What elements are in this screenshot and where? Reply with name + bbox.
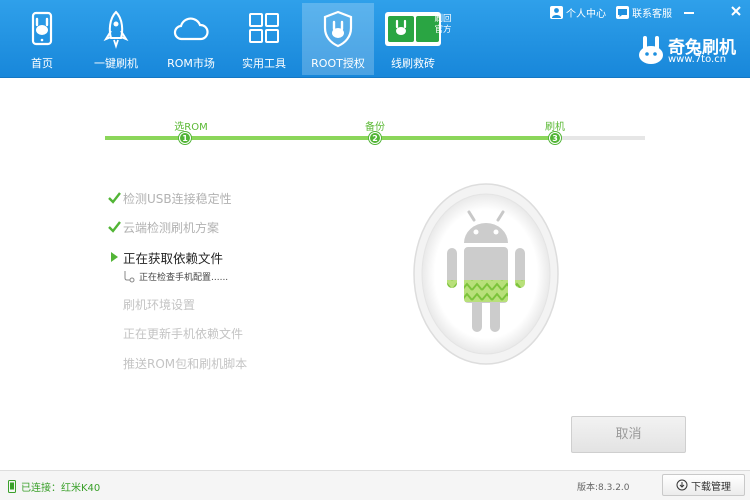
version-label: 版本:8.3.2.0	[577, 483, 630, 493]
user-icon	[550, 5, 563, 19]
task-spacer	[108, 356, 121, 370]
task-item: 云端检测刷机方案	[108, 218, 219, 236]
download-manager-button[interactable]: 下载管理	[662, 474, 745, 496]
progress-fill	[105, 136, 555, 140]
nav-root-auth[interactable]: ROOT授权	[302, 3, 374, 75]
phone-icon	[31, 11, 53, 46]
task-item: 正在更新手机依赖文件	[108, 324, 243, 342]
rabbit-logo-icon	[639, 36, 663, 64]
top-nav-bar: 首页 一键刷机 ROM市场 实用工具 ROOT授权 刷回 官方 线刷救砖 个人中…	[0, 0, 750, 78]
close-icon	[731, 6, 741, 16]
nav-root-auth-label: ROOT授权	[311, 57, 365, 70]
task-text: 正在获取依赖文件	[123, 250, 224, 266]
task-item: 刷机环境设置	[108, 295, 195, 313]
cloud-icon	[173, 17, 209, 41]
download-manager-label: 下载管理	[691, 481, 731, 493]
user-center-link[interactable]: 个人中心	[550, 4, 606, 20]
sub-status: 正在检查手机配置......	[122, 270, 228, 283]
support-link[interactable]: 联系客服	[616, 4, 672, 20]
connection-status: 已连接：红米K40	[8, 479, 100, 494]
phone-connected-icon	[8, 480, 16, 493]
task-item: 检测USB连接稳定性	[108, 189, 232, 207]
android-progress-graphic	[412, 182, 559, 366]
badge-line-2: 官方	[434, 25, 452, 35]
close-button[interactable]	[725, 3, 747, 20]
brand-logo: 奇兔刷机 www.7to.cn	[636, 33, 742, 69]
badge-line-1: 刷回	[434, 14, 452, 24]
step-label-flash: 刷机	[545, 122, 565, 133]
minimize-button[interactable]	[678, 3, 700, 20]
play-arrow-icon	[111, 252, 118, 262]
task-text: 刷机环境设置	[123, 297, 196, 312]
nav-tools-label: 实用工具	[242, 57, 286, 70]
support-label: 联系客服	[632, 8, 672, 20]
step-label-select-rom: 选ROM	[174, 122, 208, 133]
task-text: 检测USB连接稳定性	[123, 191, 232, 206]
rocket-icon	[103, 10, 129, 49]
download-icon	[676, 479, 688, 491]
branch-icon	[124, 270, 135, 282]
step-3-dot: 3	[549, 132, 561, 144]
task-item-current: 正在获取依赖文件	[108, 248, 223, 266]
task-text: 推送ROM包和刷机脚本	[123, 356, 248, 371]
minimize-icon	[684, 12, 694, 14]
flash-official-badge: 刷回 官方	[431, 14, 455, 36]
task-spacer	[108, 326, 121, 340]
brand-url: www.7to.cn	[668, 54, 727, 65]
task-text: 云端检测刷机方案	[123, 220, 220, 235]
android-robot-icon	[413, 183, 559, 365]
task-text: 正在更新手机依赖文件	[123, 326, 244, 341]
rabbit-shield-icon	[323, 10, 353, 48]
step-2-dot: 2	[369, 132, 381, 144]
task-spacer	[108, 297, 121, 311]
nav-line-flash[interactable]: 刷回 官方 线刷救砖	[377, 3, 452, 75]
status-bar: 已连接：红米K40 版本:8.3.2.0 下载管理	[0, 470, 750, 500]
cancel-button[interactable]: 取消	[571, 416, 686, 453]
nav-one-click-flash[interactable]: 一键刷机	[80, 3, 152, 75]
nav-tools[interactable]: 实用工具	[228, 3, 300, 75]
check-icon	[108, 192, 121, 204]
check-icon	[108, 221, 121, 233]
nav-one-click-flash-label: 一键刷机	[94, 57, 138, 70]
user-center-label: 个人中心	[566, 8, 606, 20]
step-1-dot: 1	[179, 132, 191, 144]
nav-rom-market-label: ROM市场	[167, 57, 215, 70]
step-label-backup: 备份	[365, 122, 385, 133]
nav-home-label: 首页	[31, 57, 53, 70]
grid-icon	[249, 13, 279, 43]
connection-text: 已连接：红米K40	[21, 483, 101, 494]
nav-line-flash-label: 线刷救砖	[391, 57, 435, 70]
chat-icon	[616, 5, 629, 19]
task-item: 推送ROM包和刷机脚本	[108, 354, 247, 372]
nav-home[interactable]: 首页	[6, 3, 78, 75]
nav-rom-market[interactable]: ROM市场	[155, 3, 227, 75]
sub-status-text: 正在检查手机配置......	[139, 273, 229, 283]
